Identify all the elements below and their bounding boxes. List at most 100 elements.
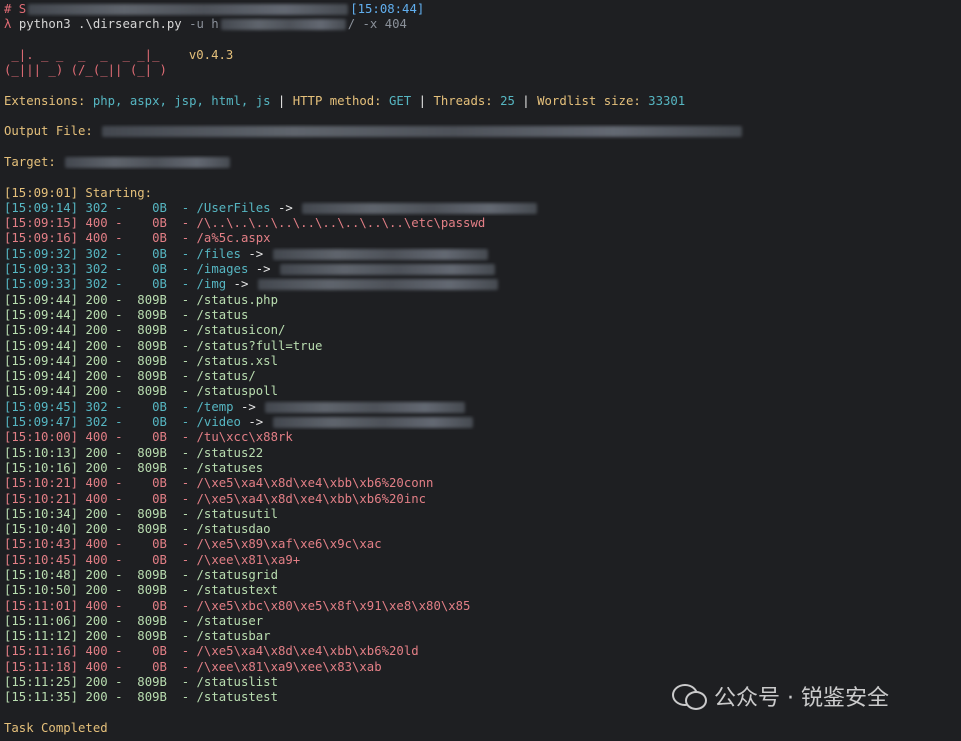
row-path: /statustest bbox=[196, 690, 278, 705]
table-row: [15:09:33] 302 - 0B - /images -> bbox=[4, 262, 954, 277]
row-status-code: 200 bbox=[85, 567, 108, 582]
row-status-code: 400 bbox=[85, 644, 108, 659]
row-path: /statusdao bbox=[196, 522, 271, 537]
row-path: /status22 bbox=[196, 445, 264, 460]
row-size: 809B bbox=[137, 690, 167, 705]
row-path: /\xe5\xa4\x8d\xe4\xbb\xb6%20inc bbox=[196, 491, 427, 506]
row-size: 809B bbox=[137, 323, 167, 338]
header-line: # S [15:08:44] bbox=[4, 2, 954, 17]
row-size: 809B bbox=[137, 675, 167, 690]
row-size: 809B bbox=[137, 629, 167, 644]
redacted-block bbox=[257, 279, 498, 291]
row-time: [15:09:16] bbox=[4, 231, 79, 246]
config-line: Extensions: php, aspx, jsp, html, js | H… bbox=[4, 94, 954, 109]
table-row: [15:09:32] 302 - 0B - /files -> bbox=[4, 247, 954, 262]
comment-prefix: # S bbox=[4, 2, 27, 16]
row-time: [15:11:18] bbox=[4, 659, 79, 674]
redirect-arrow: -> bbox=[240, 415, 264, 430]
table-row: [15:11:18] 400 - 0B - /\xee\x81\xa9\xee\… bbox=[4, 659, 382, 674]
row-status-code: 200 bbox=[85, 675, 108, 690]
command-text: python3 .\dirsearch.py bbox=[18, 17, 182, 32]
threads-label: Threads: bbox=[433, 93, 501, 108]
row-status-code: 200 bbox=[85, 460, 108, 475]
table-row: [15:09:44] 200 - 809B - /status.xsl bbox=[4, 353, 278, 368]
row-time: [15:10:16] bbox=[4, 460, 79, 475]
row-status-code: 302 bbox=[85, 415, 108, 430]
http-method-label: HTTP method: bbox=[292, 93, 389, 108]
row-time: [15:09:47] bbox=[4, 415, 79, 430]
row-size: 0B bbox=[152, 430, 167, 445]
redacted-block bbox=[65, 156, 231, 168]
row-status-code: 200 bbox=[85, 583, 108, 598]
row-size: 0B bbox=[152, 491, 167, 506]
banner-art-line: (_||| _) (/_(_|| (_| ) bbox=[4, 63, 167, 78]
table-row: [15:10:50] 200 - 809B - /statustext bbox=[4, 583, 278, 598]
row-status-code: 400 bbox=[85, 216, 108, 231]
row-time: [15:10:00] bbox=[4, 430, 79, 445]
row-size: 809B bbox=[137, 460, 167, 475]
row-path: /status?full=true bbox=[196, 338, 323, 353]
row-size: 0B bbox=[152, 277, 167, 292]
row-size: 0B bbox=[152, 659, 167, 674]
command-line: λ python3 .\dirsearch.py -u h / -x 404 bbox=[4, 17, 954, 32]
row-path: /\xee\x81\xa9\xee\x83\xab bbox=[196, 659, 382, 674]
wordlist-value: 33301 bbox=[648, 93, 686, 108]
redacted-block bbox=[28, 4, 349, 15]
http-method-value: GET bbox=[389, 93, 412, 108]
table-row: [15:09:44] 200 - 809B - /statusicon/ bbox=[4, 323, 286, 338]
row-status-code: 302 bbox=[85, 399, 108, 414]
row-path: /video bbox=[196, 415, 241, 430]
row-time: [15:09:33] bbox=[4, 262, 79, 277]
row-status-code: 400 bbox=[85, 598, 108, 613]
row-time: [15:09:45] bbox=[4, 399, 79, 414]
row-size: 0B bbox=[152, 246, 167, 261]
table-row: [15:09:44] 200 - 809B - /status.php bbox=[4, 292, 278, 307]
wordlist-label: Wordlist size: bbox=[537, 93, 649, 108]
table-row: [15:10:34] 200 - 809B - /statusutil bbox=[4, 506, 278, 521]
row-size: 0B bbox=[152, 262, 167, 277]
watermark: 公众号 · 锐鉴安全 bbox=[672, 680, 889, 712]
redacted-block bbox=[272, 417, 473, 429]
row-size: 0B bbox=[152, 216, 167, 231]
table-row: [15:10:21] 400 - 0B - /\xe5\xa4\x8d\xe4\… bbox=[4, 491, 427, 506]
starting-line: [15:09:01] Starting: bbox=[4, 185, 153, 200]
separator: | bbox=[411, 93, 434, 108]
row-time: [15:10:43] bbox=[4, 537, 79, 552]
table-row: [15:09:33] 302 - 0B - /img -> bbox=[4, 277, 954, 292]
row-size: 809B bbox=[137, 338, 167, 353]
row-path: /img bbox=[196, 277, 227, 292]
header-timestamp: [15:08:44] bbox=[350, 2, 425, 16]
row-status-code: 400 bbox=[85, 491, 108, 506]
table-row: [15:09:45] 302 - 0B - /temp -> bbox=[4, 400, 954, 415]
row-path: /\xee\x81\xa9+ bbox=[196, 552, 301, 567]
table-row: [15:10:13] 200 - 809B - /status22 bbox=[4, 445, 264, 460]
table-row: [15:10:43] 400 - 0B - /\xe5\x89\xaf\xe6\… bbox=[4, 537, 382, 552]
extensions-value: php, aspx, jsp, html, js bbox=[92, 93, 271, 108]
table-row: [15:09:15] 400 - 0B - /\..\..\..\..\..\.… bbox=[4, 216, 486, 231]
redacted-block bbox=[279, 264, 495, 276]
table-row: [15:11:16] 400 - 0B - /\xe5\xa4\x8d\xe4\… bbox=[4, 644, 419, 659]
row-time: [15:10:45] bbox=[4, 552, 79, 567]
table-row: [15:09:44] 200 - 809B - /status/ bbox=[4, 369, 256, 384]
row-size: 809B bbox=[137, 292, 167, 307]
redirect-arrow: -> bbox=[270, 200, 293, 215]
row-time: [15:09:44] bbox=[4, 307, 79, 322]
row-status-code: 302 bbox=[85, 200, 108, 215]
row-size: 809B bbox=[137, 613, 167, 628]
row-path: /statusutil bbox=[196, 506, 278, 521]
row-time: [15:09:44] bbox=[4, 369, 79, 384]
row-path: /temp bbox=[196, 399, 234, 414]
redacted-block bbox=[102, 126, 743, 138]
row-size: 809B bbox=[137, 369, 167, 384]
row-status-code: 302 bbox=[85, 262, 108, 277]
row-status-code: 200 bbox=[85, 369, 108, 384]
row-time: [15:11:25] bbox=[4, 675, 79, 690]
row-time: [15:09:14] bbox=[4, 200, 79, 215]
row-size: 809B bbox=[137, 384, 167, 399]
row-time: [15:11:01] bbox=[4, 598, 79, 613]
redirect-arrow: -> bbox=[240, 246, 264, 261]
row-size: 809B bbox=[137, 307, 167, 322]
row-path: /status.xsl bbox=[196, 353, 278, 368]
row-status-code: 200 bbox=[85, 445, 108, 460]
row-path: /images bbox=[196, 262, 249, 277]
